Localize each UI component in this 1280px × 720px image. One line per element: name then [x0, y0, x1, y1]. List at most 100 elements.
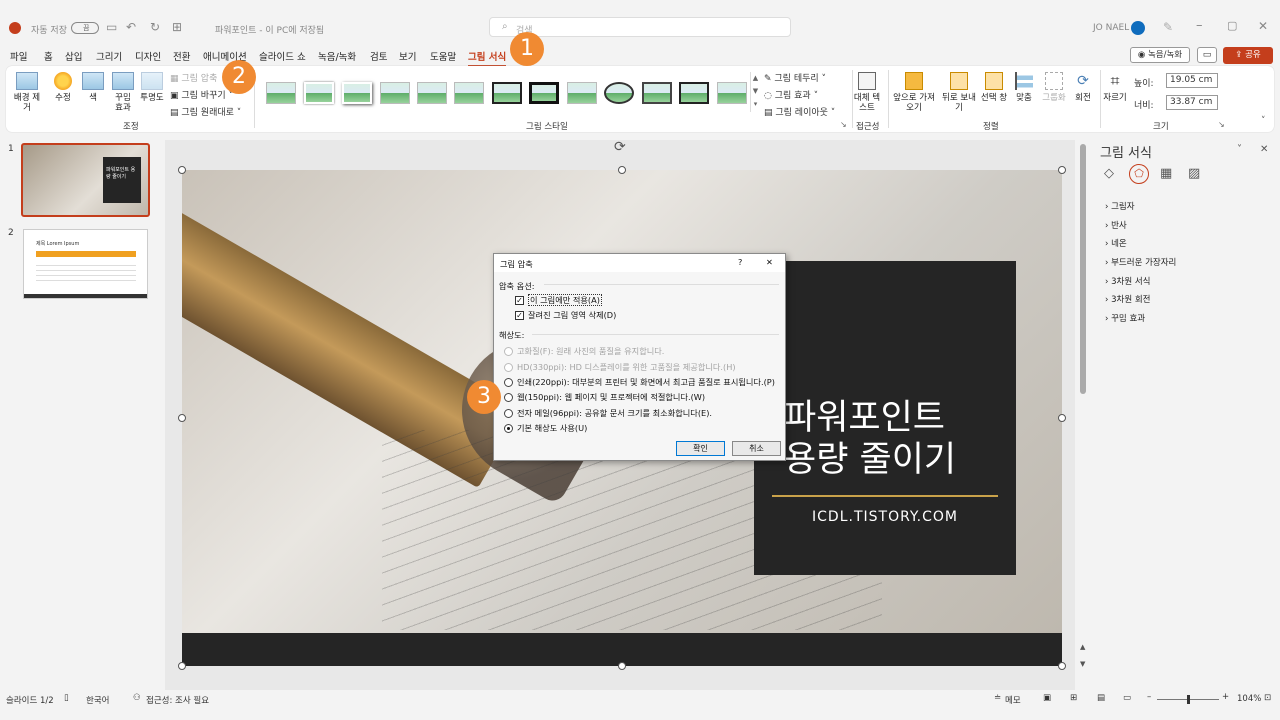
- record-button[interactable]: ◉ 녹음/녹화: [1130, 47, 1190, 63]
- picture-style-10[interactable]: [604, 82, 634, 104]
- picture-effects-button[interactable]: ◌ 그림 효과 ˅: [764, 88, 818, 101]
- slide-sorter-icon[interactable]: ⊞: [1070, 693, 1077, 703]
- size-dialog-launcher-icon[interactable]: ↘: [1218, 120, 1225, 129]
- size-properties-tab-icon[interactable]: ▦: [1160, 166, 1172, 181]
- present-icon[interactable]: ⊞: [172, 20, 182, 34]
- minimize-icon[interactable]: –: [1196, 18, 1203, 33]
- slide-thumbnail-1[interactable]: 파워포인트 용량 줄이기: [21, 143, 150, 217]
- picture-style-2[interactable]: [304, 82, 334, 104]
- dialog-close-icon[interactable]: ✕: [766, 257, 773, 267]
- autosave-toggle[interactable]: 끔: [71, 22, 99, 34]
- pen-icon[interactable]: ✎: [1163, 20, 1173, 34]
- alt-text-button[interactable]: 대체 텍스트: [853, 72, 881, 113]
- redo-icon[interactable]: ↻: [150, 20, 160, 34]
- scroll-next-slide-icon[interactable]: ▼: [1080, 660, 1085, 668]
- pane-options-chevron-icon[interactable]: ˅: [1237, 144, 1242, 155]
- document-title[interactable]: 파워포인트 - 이 PC에 저장됨: [215, 23, 324, 36]
- tab-review[interactable]: 검토: [370, 49, 387, 63]
- resolution-email-radio[interactable]: 전자 메일(96ppi): 공유할 문서 크기를 최소화합니다(E).: [504, 407, 712, 419]
- width-input[interactable]: 33.87 cm: [1166, 95, 1218, 110]
- resize-handle-tc[interactable]: [618, 166, 626, 174]
- pane-item-3d-rotation[interactable]: › 3차원 회전: [1105, 293, 1151, 305]
- remove-background-button[interactable]: 배경 제거: [12, 72, 42, 113]
- zoom-slider[interactable]: [1157, 695, 1219, 704]
- resolution-high-fidelity-radio[interactable]: 고화질(F): 원래 사진의 품질을 유지합니다.: [504, 345, 664, 357]
- close-window-icon[interactable]: ✕: [1258, 19, 1268, 33]
- cancel-button[interactable]: 취소: [732, 441, 781, 456]
- group-button[interactable]: 그룹화: [1040, 72, 1068, 103]
- tab-transitions[interactable]: 전환: [173, 49, 190, 63]
- pane-item-3d-format[interactable]: › 3차원 서식: [1105, 275, 1151, 287]
- corrections-button[interactable]: 수정: [50, 72, 76, 103]
- rotate-button[interactable]: ⟳ 회전: [1069, 72, 1097, 103]
- picture-style-5[interactable]: [417, 82, 447, 104]
- accessibility-status[interactable]: 접근성: 조사 필요: [146, 694, 209, 706]
- picture-style-12[interactable]: [679, 82, 709, 104]
- picture-style-1[interactable]: [266, 82, 296, 104]
- gallery-scroll[interactable]: ▲ ▼ ▾: [750, 72, 760, 112]
- picture-border-button[interactable]: ✎ 그림 테두리 ˅: [764, 71, 826, 84]
- resize-handle-mr[interactable]: [1058, 414, 1066, 422]
- language-status[interactable]: 한국어: [86, 694, 109, 706]
- slideshow-icon[interactable]: ▭: [1123, 693, 1131, 703]
- delete-cropped-checkbox[interactable]: ✓ 잘려진 그림 영역 삭제(D): [515, 309, 616, 321]
- resize-handle-bl[interactable]: [178, 662, 186, 670]
- restore-icon[interactable]: ▢: [1227, 19, 1237, 32]
- pane-item-soft-edges[interactable]: › 부드러운 가장자리: [1105, 256, 1176, 268]
- tab-draw[interactable]: 그리기: [96, 49, 122, 63]
- picture-style-4[interactable]: [380, 82, 410, 104]
- zoom-slider-thumb[interactable]: [1187, 695, 1190, 704]
- pane-item-reflection[interactable]: › 반사: [1105, 219, 1127, 231]
- pane-close-icon[interactable]: ✕: [1260, 144, 1268, 155]
- picture-style-9[interactable]: [567, 82, 597, 104]
- slide-title-box[interactable]: 파워포인트 용량 줄이기 ICDL.TISTORY.COM: [754, 261, 1016, 575]
- tab-help[interactable]: 도움말: [430, 49, 456, 63]
- notes-button[interactable]: 메모: [1005, 694, 1021, 706]
- picture-style-8[interactable]: [529, 82, 559, 104]
- resize-handle-br[interactable]: [1058, 662, 1066, 670]
- pane-item-shadow[interactable]: › 그림자: [1105, 200, 1135, 212]
- zoom-level[interactable]: 104%: [1237, 694, 1261, 704]
- fit-to-window-icon[interactable]: ⊡: [1264, 693, 1271, 703]
- tab-picture-format[interactable]: 그림 서식: [468, 49, 507, 67]
- resize-handle-ml[interactable]: [178, 414, 186, 422]
- slide-thumbnail-2[interactable]: 제목 Lorem Ipsum: [23, 229, 148, 299]
- vertical-scrollbar[interactable]: [1080, 144, 1086, 394]
- gallery-up-icon[interactable]: ▲: [751, 72, 760, 85]
- tab-home[interactable]: 홈: [44, 49, 53, 63]
- resize-handle-tl[interactable]: [178, 166, 186, 174]
- color-button[interactable]: 색: [80, 72, 106, 103]
- undo-icon[interactable]: ↶: [126, 20, 136, 34]
- picture-style-6[interactable]: [454, 82, 484, 104]
- collapse-ribbon-icon[interactable]: ˅: [1261, 116, 1266, 126]
- compress-pictures-button[interactable]: ▦ 그림 압축: [170, 71, 217, 84]
- tab-file[interactable]: 파일: [10, 49, 27, 63]
- user-avatar[interactable]: [1131, 21, 1145, 35]
- styles-dialog-launcher-icon[interactable]: ↘: [840, 120, 847, 129]
- tab-insert[interactable]: 삽입: [65, 49, 82, 63]
- zoom-out-icon[interactable]: –: [1147, 692, 1151, 702]
- picture-style-11[interactable]: [642, 82, 672, 104]
- share-button[interactable]: ⇪ 공유: [1223, 47, 1273, 64]
- tab-design[interactable]: 디자인: [135, 49, 161, 63]
- zoom-in-icon[interactable]: +: [1222, 692, 1229, 702]
- selection-pane-button[interactable]: 선택 창: [976, 72, 1012, 103]
- picture-tab-icon[interactable]: ▨: [1188, 166, 1200, 181]
- reset-picture-button[interactable]: ▤ 그림 원래대로 ˅: [170, 105, 241, 118]
- picture-style-7[interactable]: [492, 82, 522, 104]
- resolution-print-radio[interactable]: 인쇄(220ppi): 대부분의 프린터 및 화면에서 최고급 품질로 표시됩니…: [504, 376, 775, 388]
- rotate-handle-icon[interactable]: ⟳: [614, 139, 626, 155]
- change-picture-button[interactable]: ▣ 그림 바꾸기 ˅: [170, 88, 233, 101]
- gallery-down-icon[interactable]: ▼: [751, 85, 760, 98]
- gallery-more-icon[interactable]: ▾: [751, 98, 760, 111]
- send-backward-button[interactable]: 뒤로 보내기: [939, 72, 979, 113]
- picture-layout-button[interactable]: ▤ 그림 레이아웃 ˅: [764, 105, 835, 118]
- tab-view[interactable]: 보기: [399, 49, 416, 63]
- spellcheck-icon[interactable]: ▯: [64, 693, 69, 703]
- normal-view-icon[interactable]: ▣: [1043, 693, 1051, 703]
- tab-record[interactable]: 녹음/녹화: [318, 49, 356, 63]
- reading-view-icon[interactable]: ▤: [1097, 693, 1105, 703]
- resize-handle-bc[interactable]: [618, 662, 626, 670]
- bring-forward-button[interactable]: 앞으로 가져오기: [892, 72, 936, 113]
- picture-style-3[interactable]: [342, 82, 372, 104]
